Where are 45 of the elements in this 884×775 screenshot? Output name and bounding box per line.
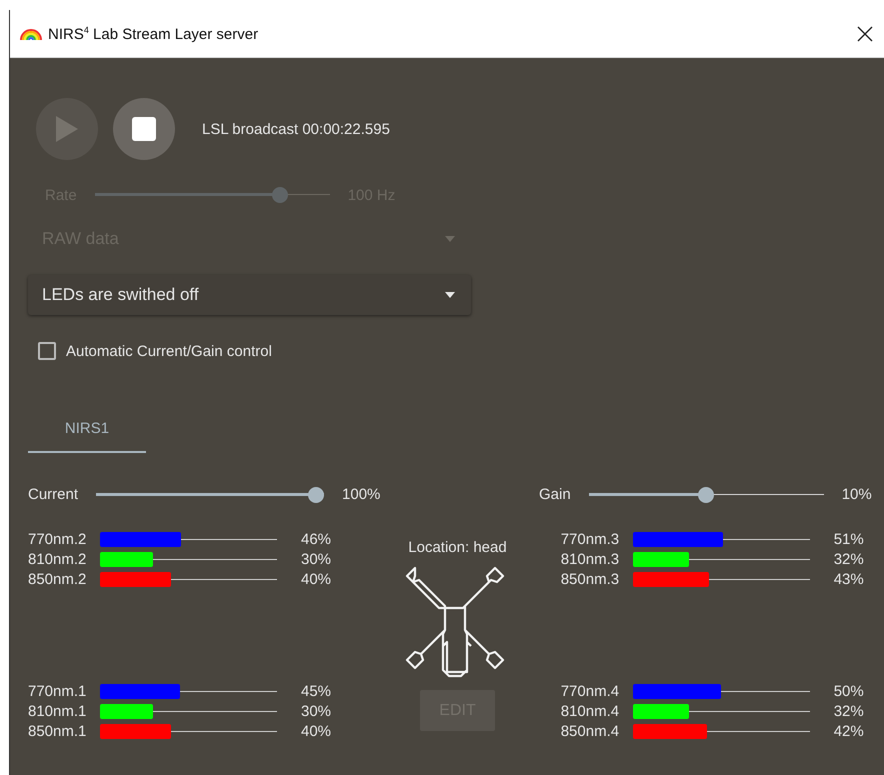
level-reading: 32% [834,702,865,720]
level-reading: 40% [301,722,332,740]
level-reading: 50% [834,682,865,700]
level-reading: 42% [834,722,865,740]
slider-thumb[interactable] [698,486,714,502]
level-reading: 46% [301,530,332,548]
current-slider[interactable] [96,486,324,502]
channel-name: 770nm.3 [560,530,620,548]
stop-icon [132,117,156,141]
channel-name: 770nm.2 [28,530,88,548]
level-reading: 51% [834,530,865,548]
channel-name: 810nm.1 [28,702,88,720]
rainbow-icon [20,28,42,40]
slider-label: Gain [539,486,571,503]
channel-name: 810nm.2 [28,550,88,568]
channel-name: 850nm.3 [560,570,620,588]
level-reading: 40% [301,570,332,588]
level-reading: 32% [834,550,865,568]
caret-icon [445,292,455,298]
channel-name: 850nm.1 [28,722,88,740]
tab[interactable]: NIRS1 [28,406,146,453]
channel-name: 770nm.4 [560,682,620,700]
level-reading: 43% [834,570,865,588]
channel-name: 850nm.2 [28,570,88,588]
channel-name: 810nm.3 [560,550,620,568]
level-reading: 30% [301,550,332,568]
window-title: NIRS$^{4}$ Lab Stream Layer server [48,24,260,42]
level-reading: 30% [301,702,332,720]
location-label: Location: head [408,539,507,556]
slider-reading: 100% [342,486,380,503]
caret-icon [445,236,455,242]
slider-label: Current [28,486,78,503]
close-icon[interactable] [857,26,873,42]
level-reading: 45% [301,682,332,700]
channel-name: 770nm.1 [28,682,88,700]
channel-name: 850nm.4 [560,722,620,740]
checkbox[interactable] [38,342,56,360]
channel-name: 810nm.4 [560,702,620,720]
checkbox-label: Automatic Current/Gain control [66,342,272,360]
led-select[interactable]: LEDs are swithed off [28,275,471,315]
play-icon [56,116,78,142]
broadcast-status: LSL broadcast 00:00:22.595 [202,120,390,138]
slider-thumb[interactable] [308,486,324,502]
slider-reading: 10% [842,486,872,503]
gain-slider[interactable] [588,486,824,502]
